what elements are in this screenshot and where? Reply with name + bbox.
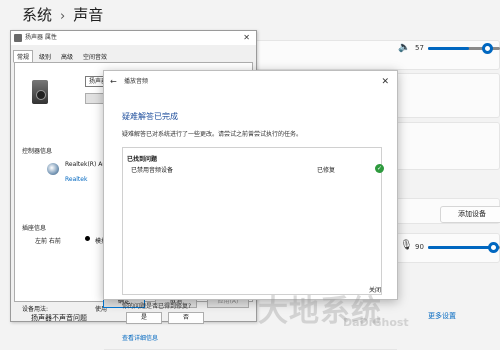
close-icon[interactable]: ✕: [381, 71, 389, 93]
troubleshooter-dialog: ← 播放音频 ✕ 疑难解答已完成 疑难解答已对系统进行了一些更改。请尝试之前曾尝…: [103, 70, 398, 350]
jack-positions: 左前 右前: [35, 238, 61, 245]
chevron-right-icon: ›: [60, 9, 66, 24]
input-volume-thumb[interactable]: [488, 242, 499, 253]
yes-button[interactable]: 是: [126, 312, 162, 324]
check-icon: ✓: [375, 164, 384, 173]
back-arrow-icon[interactable]: ←: [110, 71, 117, 93]
issues-found-box: 已找到问题 已禁用音频设备 已修复 ✓: [122, 147, 384, 295]
breadcrumb-current: 声音: [73, 6, 104, 24]
breadcrumb: 系统 › 声音: [22, 4, 111, 25]
no-sound-troubleshoot-label: 扬声器不声音问题: [31, 314, 87, 322]
output-volume-card: [255, 40, 500, 70]
output-volume-value: 57: [415, 44, 424, 52]
issues-found-label: 已找到问题: [127, 156, 158, 163]
add-device-button[interactable]: 添加设备: [440, 206, 500, 223]
fixed-question: 你的问题是否已得到修复?: [122, 303, 192, 310]
output-volume-thumb[interactable]: [482, 43, 493, 54]
dialog-titlebar: ← 播放音频 ✕: [104, 71, 397, 93]
issue-status: 已修复: [317, 167, 336, 174]
input-volume-slider[interactable]: [428, 242, 500, 253]
microphone-icon: 🎙: [400, 240, 413, 251]
dialog-description: 疑难解答已对系统进行了一些更改。请尝试之前曾尝试执行的任务。: [122, 131, 303, 138]
controller-info-label: 控制器信息: [22, 148, 53, 155]
no-button[interactable]: 否: [168, 312, 204, 324]
audio-controller-icon: [47, 163, 59, 175]
watermark: 大地系统 DaDiGhost: [258, 286, 500, 329]
issue-name: 已禁用音频设备: [131, 167, 174, 174]
properties-titlebar: 扬声器 属性 ✕: [11, 31, 256, 45]
properties-tabs: 常规 级别 高级 空间音效: [13, 50, 113, 63]
speaker-device-icon: [32, 80, 48, 104]
jack-info-label: 插座信息: [22, 225, 47, 232]
close-icon[interactable]: ✕: [243, 31, 250, 45]
device-usage-label: 设备用法:: [22, 306, 49, 313]
view-details-link[interactable]: 查看详细信息: [122, 333, 158, 342]
properties-title: 扬声器 属性: [25, 34, 57, 41]
jack-color-dot: [85, 236, 90, 241]
watermark-sub: DaDiGhost: [343, 316, 409, 329]
speaker-window-icon: [14, 34, 22, 42]
settings-header: 系统 › 声音: [0, 0, 500, 30]
dialog-title: 播放音频: [124, 78, 149, 85]
breadcrumb-system[interactable]: 系统: [22, 6, 52, 24]
speaker-volume-icon: 🔈: [398, 42, 411, 53]
input-volume-value: 90: [415, 243, 424, 251]
controller-properties-link[interactable]: Realtek: [65, 176, 87, 183]
dialog-heading: 疑难解答已完成: [122, 112, 178, 121]
output-volume-fill: [428, 47, 470, 50]
input-volume-fill: [428, 246, 493, 249]
output-volume-slider[interactable]: [428, 43, 500, 54]
